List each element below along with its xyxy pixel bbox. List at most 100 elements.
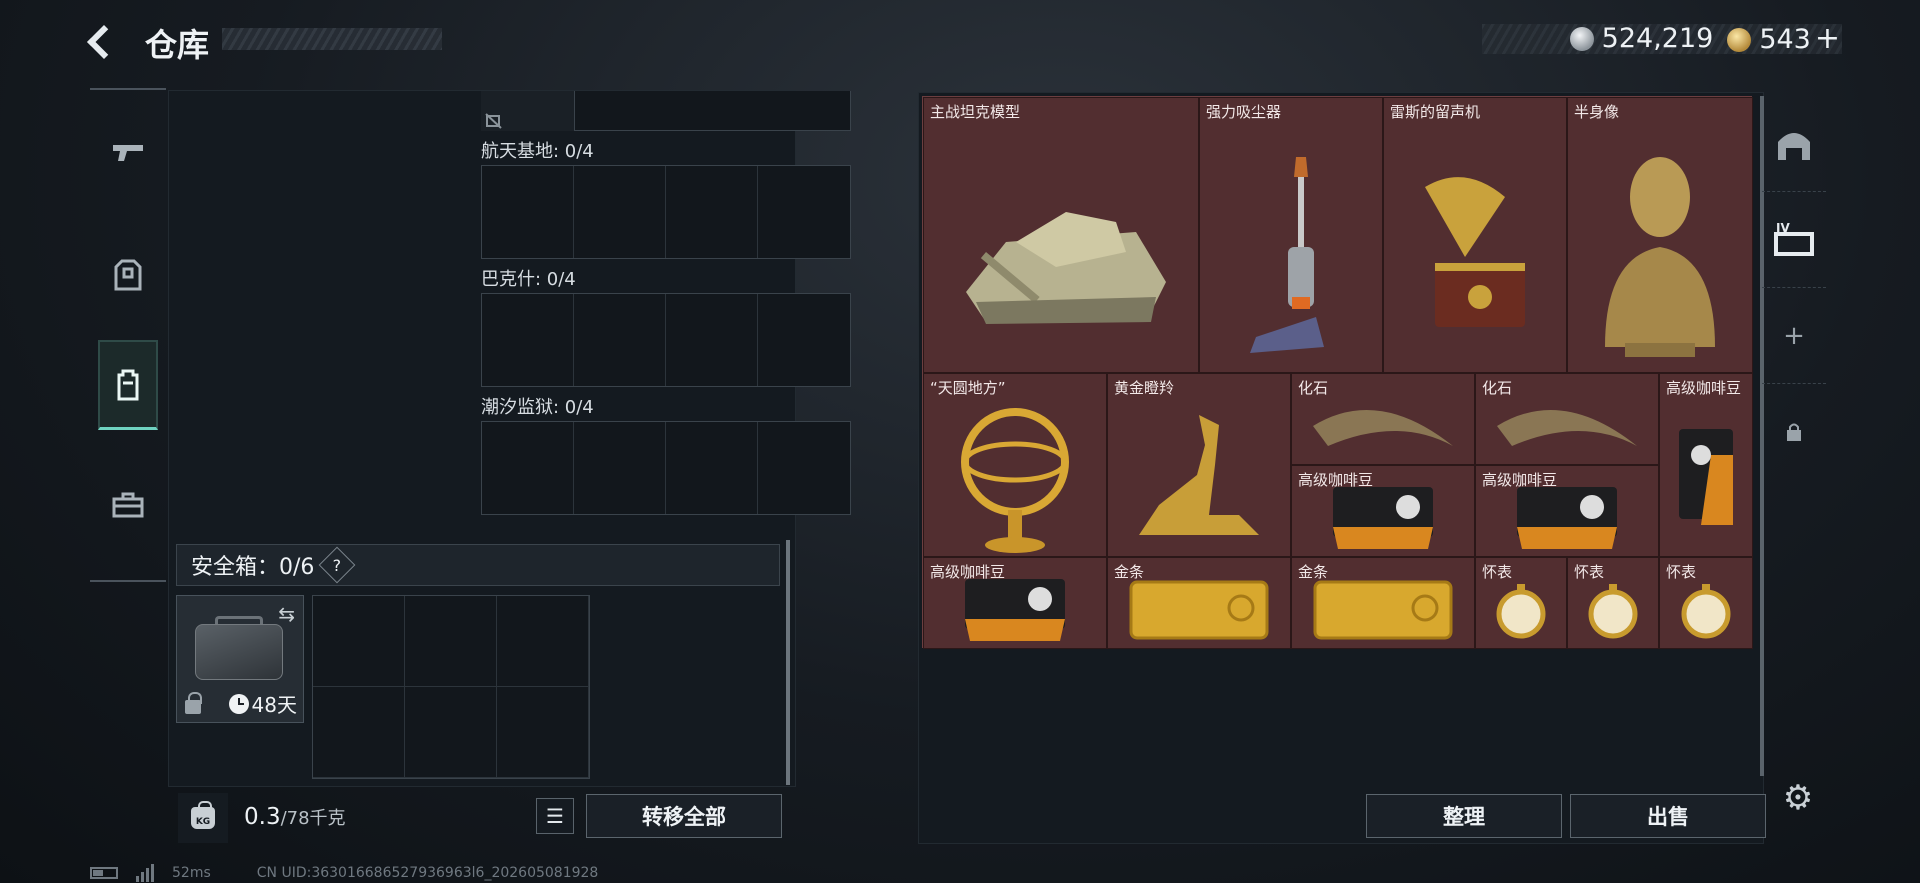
safe-box-header: 安全箱：0/6 ? [176,544,780,586]
bakhsh-grid[interactable] [481,293,851,387]
arch-icon [1778,132,1810,160]
level-iv-icon: IV [1774,221,1814,256]
tab-level-iv-storage[interactable]: IV [1762,192,1826,288]
space-base-grid[interactable] [481,165,851,259]
list-view-button[interactable]: ☰ [536,798,574,834]
add-currency-button[interactable]: + [1815,21,1840,56]
section-label-space-base: 航天基地: 0/4 [481,141,594,162]
silver-currency: 524,219 [1569,22,1714,54]
item-fossil-1[interactable]: 化石 [1291,373,1475,465]
gold-currency: 543 + [1727,21,1840,56]
sell-button[interactable]: 出售 [1570,794,1766,838]
backpack-icon [117,369,139,400]
bust-statue-icon [1605,156,1715,357]
item-label: 金条 [1114,563,1145,581]
item-tank-model[interactable]: 主战坦克模型 [923,97,1199,373]
coffee-bag-icon [965,579,1065,642]
right-tab-rail: IV + [1762,96,1826,776]
briefcase-icon [112,492,144,518]
safe-box-help-button[interactable]: ? [319,546,356,584]
gold-coin-icon [1727,28,1752,52]
item-label: 怀表 [1482,563,1513,581]
item-gold-bar-1[interactable]: 金条 [1107,557,1291,649]
item-label: 怀表 [1666,563,1697,581]
weight-kg-icon: KG [191,801,215,829]
tab-add-storage[interactable]: + [1762,288,1826,384]
item-premium-coffee-3[interactable]: 高级咖啡豆 [1659,373,1753,557]
item-label: 雷斯的留声机 [1390,103,1481,121]
item-armillary-sphere[interactable]: “天圆地方” [923,373,1107,557]
coffee-bag-icon [1679,428,1733,525]
item-premium-coffee-4[interactable]: 高级咖啡豆 [923,557,1107,649]
hidden-item-slot[interactable] [481,91,575,131]
item-pocket-watch-2[interactable]: 怀表 [1567,557,1659,649]
gear-icon[interactable]: ⚙ [1780,780,1816,816]
safe-box-grid[interactable] [312,595,590,779]
help-mark: ? [333,555,342,575]
weight-current: 0.3 [244,804,281,830]
section-label-bakhsh: 巴克什: 0/4 [481,269,576,290]
coffee-bag-icon [1333,487,1433,550]
case-duration: 48天 [228,689,297,718]
tab-case[interactable] [98,460,158,550]
tab-safehouse[interactable] [1762,96,1826,192]
item-pocket-watch-3[interactable]: 怀表 [1659,557,1753,649]
item-gold-bar-2[interactable]: 金条 [1291,557,1475,649]
item-label: 主战坦克模型 [930,103,1021,121]
swap-icon[interactable]: ⇆ [278,602,295,626]
item-pocket-watch-1[interactable]: 怀表 [1475,557,1567,649]
item-vacuum-cleaner[interactable]: 强力吸尘器 [1199,97,1383,373]
item-premium-coffee-2[interactable]: 高级咖啡豆 [1475,465,1659,557]
tab-backpack[interactable] [98,340,158,430]
left-scrollbar[interactable] [786,540,790,785]
item-label: 化石 [1298,379,1329,397]
golden-gazelle-icon [1139,414,1259,535]
uid-text: CN UID:363016686527936963l6_202605081928 [256,865,599,881]
item-premium-coffee-1[interactable]: 高级咖啡豆 [1291,465,1475,557]
lock-icon [1787,423,1801,441]
item-label: “天圆地方” [930,379,1006,397]
item-label: 强力吸尘器 [1206,103,1282,121]
svg-text:IV: IV [1776,221,1790,235]
tidal-prison-grid[interactable] [481,421,851,515]
hidden-eye-icon [485,113,502,129]
days-remaining: 48天 [251,693,297,717]
left-tab-rail [90,88,166,582]
item-label: 半身像 [1574,103,1620,121]
tank-model-icon [966,211,1166,324]
item-fossil-2[interactable]: 化石 [1475,373,1659,465]
tab-locked[interactable] [1762,384,1826,480]
armillary-sphere-icon [961,407,1069,553]
vacuum-cleaner-icon [1250,156,1324,353]
tab-weapons[interactable] [98,108,158,198]
weight-indicator: KG [178,793,228,843]
weight-text: 0.3/78千克 [244,804,346,830]
organize-button[interactable]: 整理 [1366,794,1562,838]
gramophone-icon [1425,176,1525,327]
weight-capacity: /78千克 [280,808,346,829]
item-label: 化石 [1482,379,1513,397]
clock-icon [228,693,249,714]
list-icon: ☰ [546,804,564,828]
lock-icon [185,692,202,714]
back-button[interactable] [88,22,124,58]
section-label-tidal-prison: 潮汐监狱: 0/4 [481,397,594,418]
item-gramophone[interactable]: 雷斯的留声机 [1383,97,1567,373]
secure-case-icon [195,624,283,680]
item-bust[interactable]: 半身像 [1567,97,1753,373]
safe-box-label: 安全箱：0/6 [191,555,315,580]
item-label: 金条 [1298,563,1329,581]
transfer-all-button[interactable]: 转移全部 [586,794,782,838]
safe-box-item[interactable]: ⇆ 48天 [176,595,304,723]
signal-icon [136,864,154,882]
item-golden-gazelle[interactable]: 黄金瞪羚 [1107,373,1291,557]
gold-bar-icon [1313,580,1453,640]
coffee-bag-icon [1517,487,1617,550]
stash-grid[interactable]: 主战坦克模型 强力吸尘器 雷斯的留声机 半身像 “天圆地方” 黄金瞪羚 化石 化… [922,96,1753,649]
ping-text: 52ms [172,865,211,881]
title-decoration [222,28,442,50]
fossil-claw-icon [1313,410,1453,447]
gold-amount: 543 [1759,23,1811,55]
tab-armor[interactable] [98,230,158,320]
silver-amount: 524,219 [1601,22,1714,54]
